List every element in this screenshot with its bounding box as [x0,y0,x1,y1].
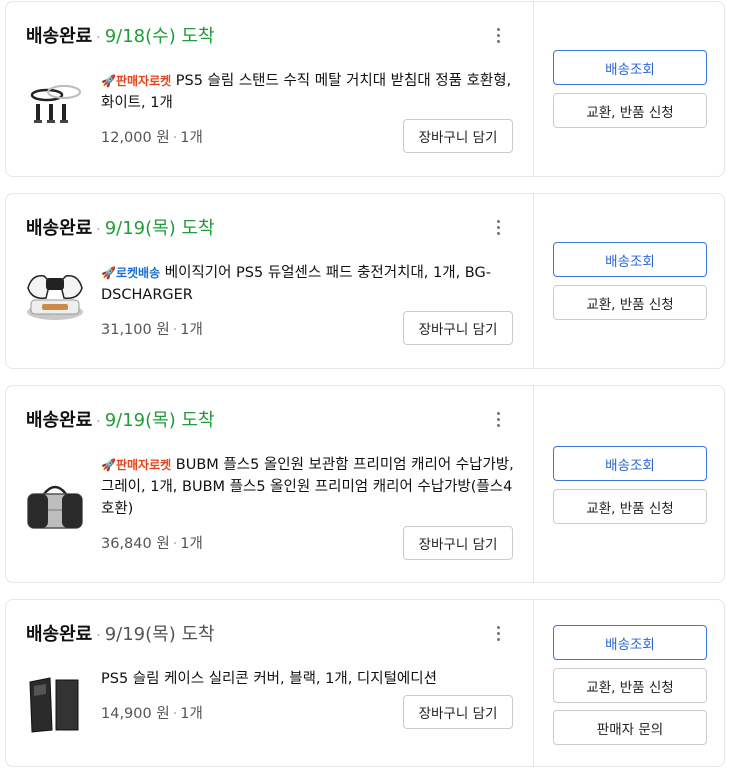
add-to-cart-button[interactable]: 장바구니 담기 [403,526,513,560]
contact-seller-button[interactable]: 판매자 문의 [553,710,707,745]
quantity: 1개 [180,130,203,146]
product-title[interactable]: 🚀로켓배송 베이직기어 PS5 듀얼센스 패드 충전거치대, 1개, BG-DS… [101,262,516,306]
rocket-delivery-badge: 로켓배송 [115,266,161,280]
status-separator: · [96,628,101,644]
delivery-status-line: 배송완료 · 9/19(목) 도착 [26,620,215,648]
status-separator: · [96,414,101,430]
order-info: 배송완료 · 9/19(목) 도착 🚀로켓배송 베이직기어 PS5 듀얼센스 패… [6,194,533,368]
rocket-icon: 🚀 [101,74,116,88]
arrival-date: 9/18(수) 도착 [104,26,215,47]
price: 36,840 원 [101,536,170,552]
add-to-cart-button[interactable]: 장바구니 담기 [403,695,513,729]
order-actions: 배송조회 교환, 반품 신청 [533,194,724,368]
price: 14,900 원 [101,706,170,722]
order-card: 배송완료 · 9/19(목) 도착 🚀판매자로켓 BUBM 플스5 올인원 보관… [5,385,725,583]
rocket-icon: 🚀 [101,458,116,472]
charger-product-image[interactable] [22,262,88,328]
price-line: 31,100 원 · 1개 [101,318,203,339]
order-card: 배송완료 · 9/18(수) 도착 🚀판매자로켓 PS5 슬림 스탠드 수직 메… [5,1,725,177]
delivery-status-line: 배송완료 · 9/19(목) 도착 [26,406,215,434]
add-to-cart-button[interactable]: 장바구니 담기 [403,119,513,153]
more-options-icon[interactable] [491,408,507,430]
status-separator: · [96,30,101,46]
more-options-icon[interactable] [491,622,507,644]
rocket-icon: 🚀 [101,266,116,280]
exchange-return-button[interactable]: 교환, 반품 신청 [553,93,707,128]
bag-product-image[interactable] [22,474,88,540]
quantity: 1개 [180,706,203,722]
seller-rocket-badge: 판매자로켓 [115,458,172,472]
order-actions: 배송조회 교환, 반품 신청 [533,2,724,176]
order-actions: 배송조회 교환, 반품 신청 [533,386,724,582]
stand-product-image[interactable] [22,70,88,136]
case-product-image[interactable] [22,672,88,738]
product-title[interactable]: 🚀판매자로켓 PS5 슬림 스탠드 수직 메탈 거치대 받침대 정품 호환형, … [101,70,516,114]
track-delivery-button[interactable]: 배송조회 [553,625,707,660]
track-delivery-button[interactable]: 배송조회 [553,242,707,277]
more-options-icon[interactable] [491,216,507,238]
price: 31,100 원 [101,322,170,338]
exchange-return-button[interactable]: 교환, 반품 신청 [553,489,707,524]
add-to-cart-button[interactable]: 장바구니 담기 [403,311,513,345]
delivery-status-line: 배송완료 · 9/18(수) 도착 [26,22,215,50]
price-line: 36,840 원 · 1개 [101,532,203,553]
delivery-status: 배송완료 [26,624,93,645]
price-line: 14,900 원 · 1개 [101,702,203,723]
order-info: 배송완료 · 9/18(수) 도착 🚀판매자로켓 PS5 슬림 스탠드 수직 메… [6,2,533,176]
order-card: 배송완료 · 9/19(목) 도착 PS5 슬림 케이스 실리콘 커버, 블랙,… [5,599,725,767]
price-separator: · [172,130,178,146]
order-card: 배송완료 · 9/19(목) 도착 🚀로켓배송 베이직기어 PS5 듀얼센스 패… [5,193,725,369]
product-title[interactable]: 🚀판매자로켓 BUBM 플스5 올인원 보관함 프리미엄 캐리어 수납가방, 그… [101,454,516,520]
seller-rocket-badge: 판매자로켓 [115,74,172,88]
delivery-status: 배송완료 [26,26,93,47]
product-title-text[interactable]: PS5 슬림 케이스 실리콘 커버, 블랙, 1개, 디지털에디션 [101,671,437,687]
quantity: 1개 [180,322,203,338]
status-separator: · [96,222,101,238]
track-delivery-button[interactable]: 배송조회 [553,446,707,481]
price: 12,000 원 [101,130,170,146]
price-separator: · [172,322,178,338]
arrival-date: 9/19(목) 도착 [104,218,215,239]
quantity: 1개 [180,536,203,552]
product-title[interactable]: PS5 슬림 케이스 실리콘 커버, 블랙, 1개, 디지털에디션 [101,668,516,690]
order-actions: 배송조회 교환, 반품 신청 판매자 문의 [533,600,724,766]
arrival-date: 9/19(목) 도착 [104,624,215,645]
price-separator: · [172,706,178,722]
exchange-return-button[interactable]: 교환, 반품 신청 [553,285,707,320]
more-options-icon[interactable] [491,24,507,46]
delivery-status-line: 배송완료 · 9/19(목) 도착 [26,214,215,242]
price-line: 12,000 원 · 1개 [101,126,203,147]
exchange-return-button[interactable]: 교환, 반품 신청 [553,668,707,703]
order-info: 배송완료 · 9/19(목) 도착 PS5 슬림 케이스 실리콘 커버, 블랙,… [6,600,533,766]
delivery-status: 배송완료 [26,410,93,431]
order-info: 배송완료 · 9/19(목) 도착 🚀판매자로켓 BUBM 플스5 올인원 보관… [6,386,533,582]
order-list: 배송완료 · 9/18(수) 도착 🚀판매자로켓 PS5 슬림 스탠드 수직 메… [0,0,750,776]
arrival-date: 9/19(목) 도착 [104,410,215,431]
product-title-text[interactable]: 베이직기어 PS5 듀얼센스 패드 충전거치대, 1개, BG-DSCHARGE… [101,265,491,303]
track-delivery-button[interactable]: 배송조회 [553,50,707,85]
delivery-status: 배송완료 [26,218,93,239]
price-separator: · [172,536,178,552]
